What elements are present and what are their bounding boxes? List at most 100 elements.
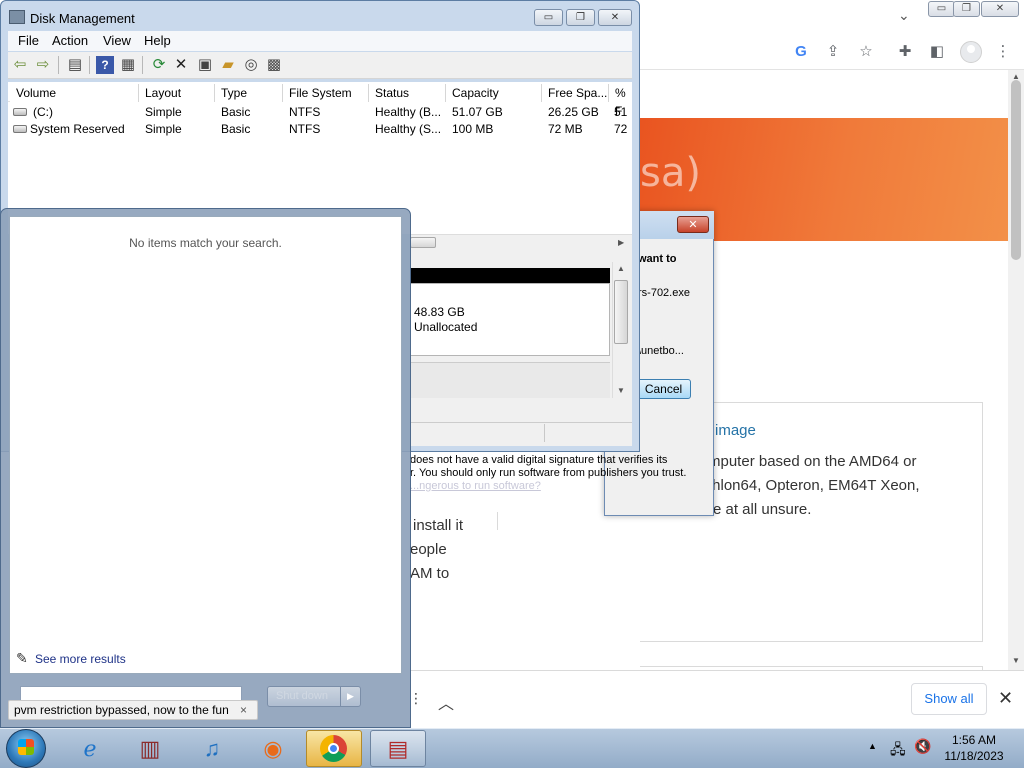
column-file-system[interactable]: File System (283, 84, 369, 102)
shutdown-options-arrow-icon[interactable]: ▶ (340, 687, 360, 706)
see-more-results-icon: ✎ (16, 650, 28, 666)
row-type: Basic (221, 122, 251, 136)
row-layout: Simple (145, 122, 182, 136)
chrome-minimize-button[interactable]: ▭ (928, 1, 955, 17)
google-lens-icon[interactable]: G (793, 44, 809, 60)
row-capacity: 51.07 GB (452, 105, 503, 119)
extensions-puzzle-icon[interactable]: ✚ (897, 44, 913, 60)
scroll-down-icon[interactable]: ▼ (617, 386, 625, 395)
dm-restore-button[interactable]: ❐ (566, 9, 595, 26)
download-item-menu-icon[interactable]: ⋮ (409, 690, 423, 707)
disk-management-title-icon (9, 10, 25, 24)
refresh-icon[interactable]: ⟳ (150, 56, 168, 74)
back-arrow-icon[interactable]: ⇦ (11, 56, 29, 74)
dm-minimize-button[interactable]: ▭ (534, 9, 563, 26)
chrome-close-button[interactable]: ✕ (981, 1, 1019, 17)
row-status: Healthy (S... (375, 122, 442, 136)
security-cancel-button[interactable]: Cancel (636, 379, 691, 399)
menu-bar (8, 31, 632, 51)
notification-close-icon[interactable]: × (240, 703, 247, 717)
column-layout[interactable]: Layout (139, 84, 215, 102)
status-bar (410, 422, 632, 444)
signature-warning-text: does not have a valid digital signature … (410, 454, 700, 493)
scroll-up-icon[interactable]: ▲ (1012, 72, 1020, 81)
warning-link[interactable]: ...ngerous to run software? (410, 480, 700, 493)
download-notification[interactable]: pvm restriction bypassed, now to the fun (8, 700, 258, 720)
chrome-restore-button[interactable]: ❐ (953, 1, 980, 17)
column-percent-free[interactable]: % F (609, 84, 632, 118)
properties-icon[interactable]: ▦ (119, 56, 137, 74)
see-more-results-link[interactable]: See more results (35, 652, 126, 666)
row-type: Basic (221, 105, 251, 119)
column-capacity[interactable]: Capacity (446, 84, 542, 102)
bookmark-star-icon[interactable]: ☆ (858, 44, 874, 60)
scroll-down-icon[interactable]: ▼ (1012, 656, 1020, 665)
clock-date[interactable]: 11/18/2023 (940, 749, 1008, 763)
view-icon[interactable]: ▩ (265, 56, 283, 74)
chrome-menu-icon[interactable]: ⋮ (995, 44, 1011, 60)
profile-avatar-icon[interactable] (960, 41, 982, 63)
volume-muted-icon[interactable]: 🔇 (914, 738, 931, 755)
open-folder-icon[interactable]: ▰ (219, 56, 237, 74)
itunes-icon[interactable]: ♫ (184, 730, 240, 767)
row-free: 72 MB (548, 122, 583, 136)
horizontal-scrollbar[interactable] (410, 234, 632, 251)
clock-time[interactable]: 1:56 AM (942, 733, 1006, 747)
show-hidden-icons-icon[interactable]: ▲ (868, 741, 877, 751)
row-free: 26.25 GB (548, 105, 599, 119)
menu-action[interactable]: Action (52, 33, 88, 48)
column-type[interactable]: Type (215, 84, 283, 102)
network-icon[interactable]: 🖧 (890, 739, 906, 763)
security-dialog-close-button[interactable]: ✕ (677, 216, 709, 233)
toolbar-separator (142, 56, 143, 74)
console-tree-icon[interactable]: ▤ (66, 56, 84, 74)
horizontal-scroll-thumb[interactable] (410, 237, 436, 248)
help-icon[interactable]: ? (96, 56, 114, 74)
warning-line-1: does not have a valid digital signature … (410, 454, 668, 466)
windows-logo-icon (18, 739, 34, 755)
search-results-panel (9, 216, 402, 674)
dm-close-button[interactable]: ✕ (598, 9, 632, 26)
card-link[interactable]: image (715, 422, 756, 439)
side-panel-icon[interactable]: ◧ (929, 44, 945, 60)
row-volume: System Reserved (30, 122, 125, 136)
column-volume[interactable]: Volume (10, 84, 139, 102)
security-heading: want to (638, 253, 677, 265)
delete-icon[interactable]: ✕ (172, 56, 190, 74)
column-status[interactable]: Status (369, 84, 446, 102)
internet-explorer-icon[interactable]: ℯ (62, 730, 118, 767)
disk-management-icon: ▤ (387, 736, 409, 761)
tab-search-chevron-icon[interactable]: ⌄ (898, 7, 910, 24)
menu-help[interactable]: Help (144, 33, 171, 48)
chrome-icon-center (328, 743, 339, 754)
row-status: Healthy (B... (375, 105, 442, 119)
security-filename: rs-702.exe (638, 287, 690, 299)
body-text-line-1: install it (413, 517, 464, 534)
partition-size: 48.83 GB (414, 305, 465, 319)
show-all-button[interactable]: Show all (911, 683, 987, 715)
column-free-space[interactable]: Free Spa... (542, 84, 609, 102)
partition-header-bar (410, 268, 610, 283)
download-bar-close-icon[interactable]: ✕ (998, 688, 1013, 709)
menu-file[interactable]: File (18, 33, 39, 48)
page-scroll-thumb[interactable] (1011, 80, 1021, 260)
menu-view[interactable]: View (103, 33, 131, 48)
winrar-icon[interactable]: ▥ (122, 730, 178, 767)
share-icon[interactable]: ⇪ (825, 44, 841, 60)
window-title: Disk Management (30, 11, 135, 26)
scroll-up-icon[interactable]: ▲ (617, 264, 625, 273)
legend-strip (410, 362, 610, 398)
drive-icon (13, 125, 27, 133)
download-chevron-up-icon[interactable]: ︿ (438, 690, 454, 714)
scroll-right-icon[interactable]: ▶ (618, 238, 624, 247)
toolbar-separator (89, 56, 90, 74)
vertical-scroll-thumb[interactable] (614, 280, 628, 344)
forward-arrow-icon[interactable]: ⇨ (34, 56, 52, 74)
firefox-icon[interactable]: ◉ (245, 730, 301, 767)
banner-text: sa) (640, 150, 701, 196)
card-text-line-3: re at all unsure. (708, 501, 812, 518)
search-icon[interactable]: ◎ (242, 56, 260, 74)
card-divider (497, 512, 498, 530)
rescan-icon[interactable]: ▣ (196, 56, 214, 74)
security-path: \unetbo... (638, 345, 684, 357)
